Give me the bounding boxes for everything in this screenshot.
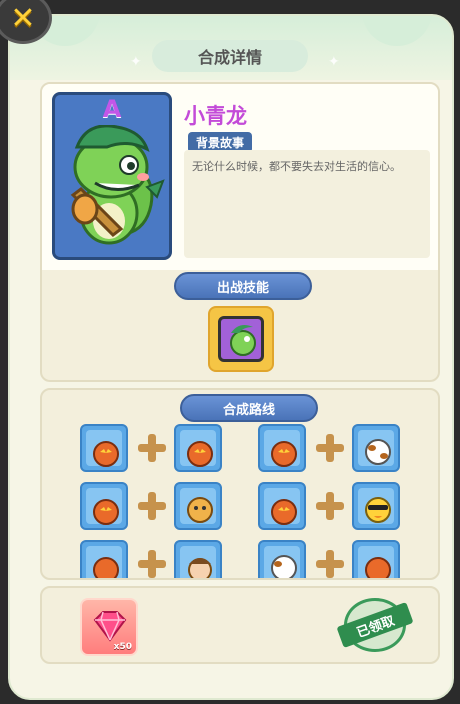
pumpkin-monster-icon[interactable] (80, 424, 128, 472)
plus-icon (316, 550, 344, 578)
sparkle-icon: ✦ (328, 54, 340, 70)
pumpkin-monster-icon[interactable] (352, 540, 400, 578)
page-title-tab: 合成详情 (152, 40, 308, 72)
pumpkin-monster-icon[interactable] (258, 482, 306, 530)
story-box: 无论什么时候，都不要失去对生活的信心。 (184, 150, 430, 258)
page-title: 合成详情 (197, 48, 262, 67)
synthesis-route-section: 合成路线 (40, 388, 440, 580)
hero-name: 小青龙 (184, 104, 247, 128)
dragon-skill-icon (218, 316, 264, 362)
hero-info-section: A 小青龙 背景故事 无论什么时候，都不要失去对生活的信心。 出战技能 (40, 82, 440, 382)
reward-count: x50 (113, 642, 132, 652)
plus-icon (138, 550, 166, 578)
plus-icon (316, 434, 344, 462)
dragon-hero-icon (70, 125, 165, 245)
plus-icon (316, 492, 344, 520)
cow-monster-icon[interactable] (352, 424, 400, 472)
skill-label: 出战技能 (174, 272, 312, 300)
plus-icon (138, 492, 166, 520)
dog-monster-icon[interactable] (174, 482, 222, 530)
hero-rank: A (102, 95, 122, 123)
sparkle-icon: ✦ (130, 54, 142, 70)
hero-info-top: A 小青龙 背景故事 无论什么时候，都不要失去对生活的信心。 (42, 84, 438, 270)
story-text: 无论什么时候，都不要失去对生活的信心。 (192, 160, 401, 173)
close-icon: ✕ (10, 0, 36, 36)
cow-monster-icon[interactable] (258, 540, 306, 578)
pumpkin-monster-icon[interactable] (80, 482, 128, 530)
pumpkin-monster-icon[interactable] (80, 540, 128, 578)
reward-section: x50 已领取 (40, 586, 440, 664)
pumpkin-monster-icon[interactable] (174, 424, 222, 472)
plus-icon (138, 434, 166, 462)
synthesis-detail-panel: ✦ ✦ A 小青龙 背景故事 无论什么时候，都不要失去对生活的信心。 出战技能 … (8, 14, 454, 700)
reward-item[interactable]: x50 (80, 598, 138, 656)
hero-portrait-card: A (52, 92, 172, 260)
duck-sunglasses-monster-icon[interactable] (352, 482, 400, 530)
claimed-stamp: 已领取 (336, 598, 414, 652)
pumpkin-monster-icon[interactable] (258, 424, 306, 472)
route-label: 合成路线 (180, 394, 318, 422)
skill-slot[interactable] (208, 306, 274, 372)
boy-monster-icon[interactable] (174, 540, 222, 578)
